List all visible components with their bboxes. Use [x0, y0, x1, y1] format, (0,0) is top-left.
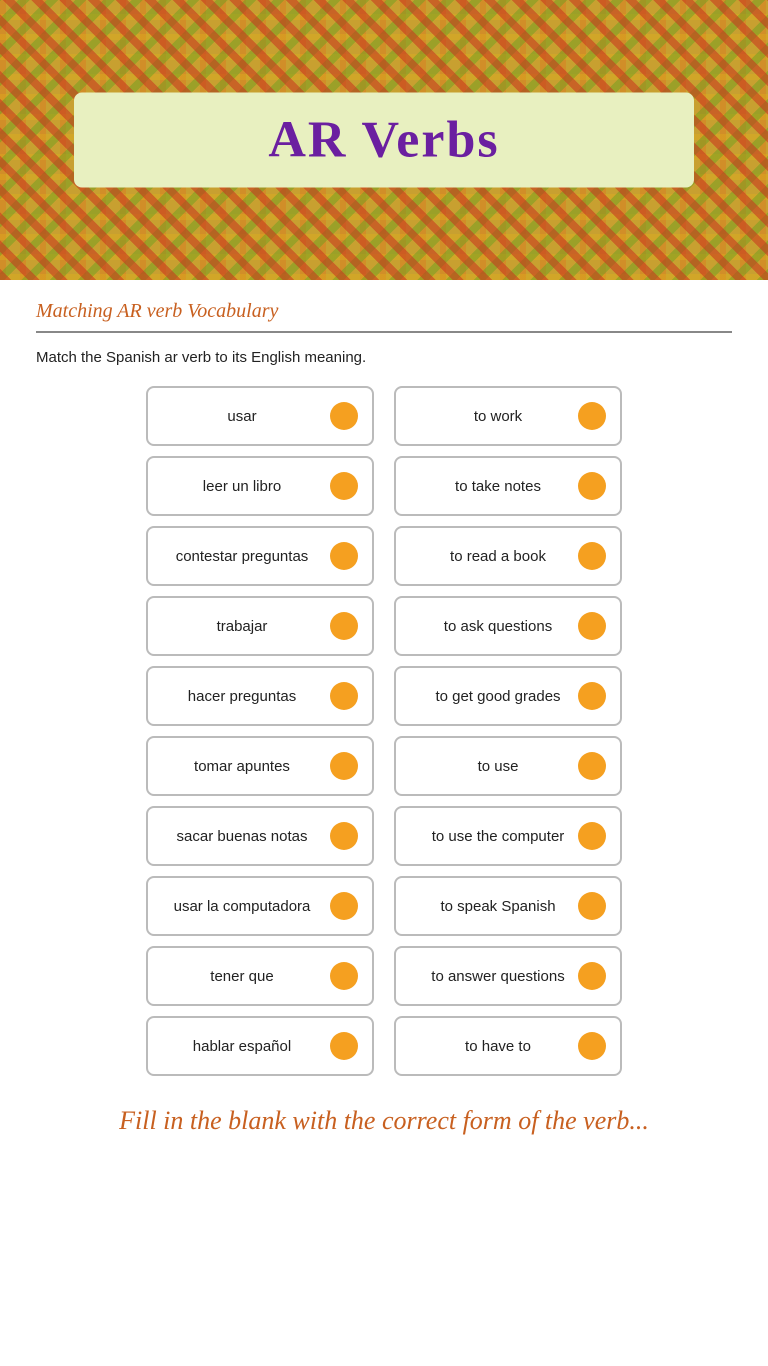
left-connector-dot[interactable]: [330, 682, 358, 710]
english-term: to get good grades: [410, 688, 578, 705]
english-term: to ask questions: [410, 618, 578, 635]
header-background: AR Verbs: [0, 0, 768, 280]
spanish-card[interactable]: trabajar: [146, 596, 374, 656]
english-term: to work: [410, 408, 578, 425]
section-divider: [36, 331, 732, 333]
english-card[interactable]: to speak Spanish: [394, 876, 622, 936]
section-instruction: Match the Spanish ar verb to its English…: [36, 349, 732, 366]
matching-row: tomar apuntes to use: [36, 736, 732, 796]
right-connector-dot[interactable]: [578, 402, 606, 430]
matching-row: leer un libro to take notes: [36, 456, 732, 516]
main-content: Matching AR verb Vocabulary Match the Sp…: [0, 280, 768, 1176]
matching-row: sacar buenas notas to use the computer: [36, 806, 732, 866]
english-card[interactable]: to read a book: [394, 526, 622, 586]
matching-row: trabajar to ask questions: [36, 596, 732, 656]
right-connector-dot[interactable]: [578, 1032, 606, 1060]
matching-row: usar to work: [36, 386, 732, 446]
section-title: Matching AR verb Vocabulary: [36, 300, 732, 323]
english-term: to take notes: [410, 478, 578, 495]
spanish-card[interactable]: tomar apuntes: [146, 736, 374, 796]
left-connector-dot[interactable]: [330, 892, 358, 920]
spanish-card[interactable]: usar la computadora: [146, 876, 374, 936]
spanish-term: leer un libro: [162, 478, 330, 495]
spanish-card[interactable]: tener que: [146, 946, 374, 1006]
spanish-term: hacer preguntas: [162, 688, 330, 705]
spanish-term: tener que: [162, 968, 330, 985]
spanish-term: tomar apuntes: [162, 758, 330, 775]
english-term: to answer questions: [410, 968, 578, 985]
spanish-card[interactable]: usar: [146, 386, 374, 446]
english-card[interactable]: to take notes: [394, 456, 622, 516]
left-connector-dot[interactable]: [330, 752, 358, 780]
spanish-term: hablar español: [162, 1038, 330, 1055]
right-connector-dot[interactable]: [578, 542, 606, 570]
english-card[interactable]: to ask questions: [394, 596, 622, 656]
matching-row: usar la computadora to speak Spanish: [36, 876, 732, 936]
spanish-card[interactable]: hablar español: [146, 1016, 374, 1076]
spanish-card[interactable]: contestar preguntas: [146, 526, 374, 586]
matching-row: contestar preguntas to read a book: [36, 526, 732, 586]
english-card[interactable]: to have to: [394, 1016, 622, 1076]
english-card[interactable]: to get good grades: [394, 666, 622, 726]
spanish-card[interactable]: sacar buenas notas: [146, 806, 374, 866]
spanish-term: contestar preguntas: [162, 548, 330, 565]
english-card[interactable]: to work: [394, 386, 622, 446]
left-connector-dot[interactable]: [330, 542, 358, 570]
english-card[interactable]: to answer questions: [394, 946, 622, 1006]
left-connector-dot[interactable]: [330, 962, 358, 990]
right-connector-dot[interactable]: [578, 892, 606, 920]
matching-row: tener que to answer questions: [36, 946, 732, 1006]
page-title: AR Verbs: [134, 111, 634, 170]
right-connector-dot[interactable]: [578, 682, 606, 710]
matching-row: hablar español to have to: [36, 1016, 732, 1076]
left-connector-dot[interactable]: [330, 472, 358, 500]
matching-row: hacer preguntas to get good grades: [36, 666, 732, 726]
left-connector-dot[interactable]: [330, 822, 358, 850]
spanish-card[interactable]: leer un libro: [146, 456, 374, 516]
right-connector-dot[interactable]: [578, 822, 606, 850]
spanish-term: usar: [162, 408, 330, 425]
spanish-term: trabajar: [162, 618, 330, 635]
bottom-title: Fill in the blank with the correct form …: [36, 1106, 732, 1136]
spanish-term: usar la computadora: [162, 898, 330, 915]
english-card[interactable]: to use the computer: [394, 806, 622, 866]
english-card[interactable]: to use: [394, 736, 622, 796]
english-term: to use: [410, 758, 578, 775]
left-connector-dot[interactable]: [330, 402, 358, 430]
spanish-card[interactable]: hacer preguntas: [146, 666, 374, 726]
spanish-term: sacar buenas notas: [162, 828, 330, 845]
english-term: to read a book: [410, 548, 578, 565]
english-term: to have to: [410, 1038, 578, 1055]
header-title-box: AR Verbs: [74, 93, 694, 188]
english-term: to use the computer: [410, 828, 578, 845]
english-term: to speak Spanish: [410, 898, 578, 915]
matching-grid: usar to work leer un libro to take notes con…: [36, 386, 732, 1076]
left-connector-dot[interactable]: [330, 1032, 358, 1060]
right-connector-dot[interactable]: [578, 472, 606, 500]
left-connector-dot[interactable]: [330, 612, 358, 640]
right-connector-dot[interactable]: [578, 612, 606, 640]
right-connector-dot[interactable]: [578, 752, 606, 780]
right-connector-dot[interactable]: [578, 962, 606, 990]
